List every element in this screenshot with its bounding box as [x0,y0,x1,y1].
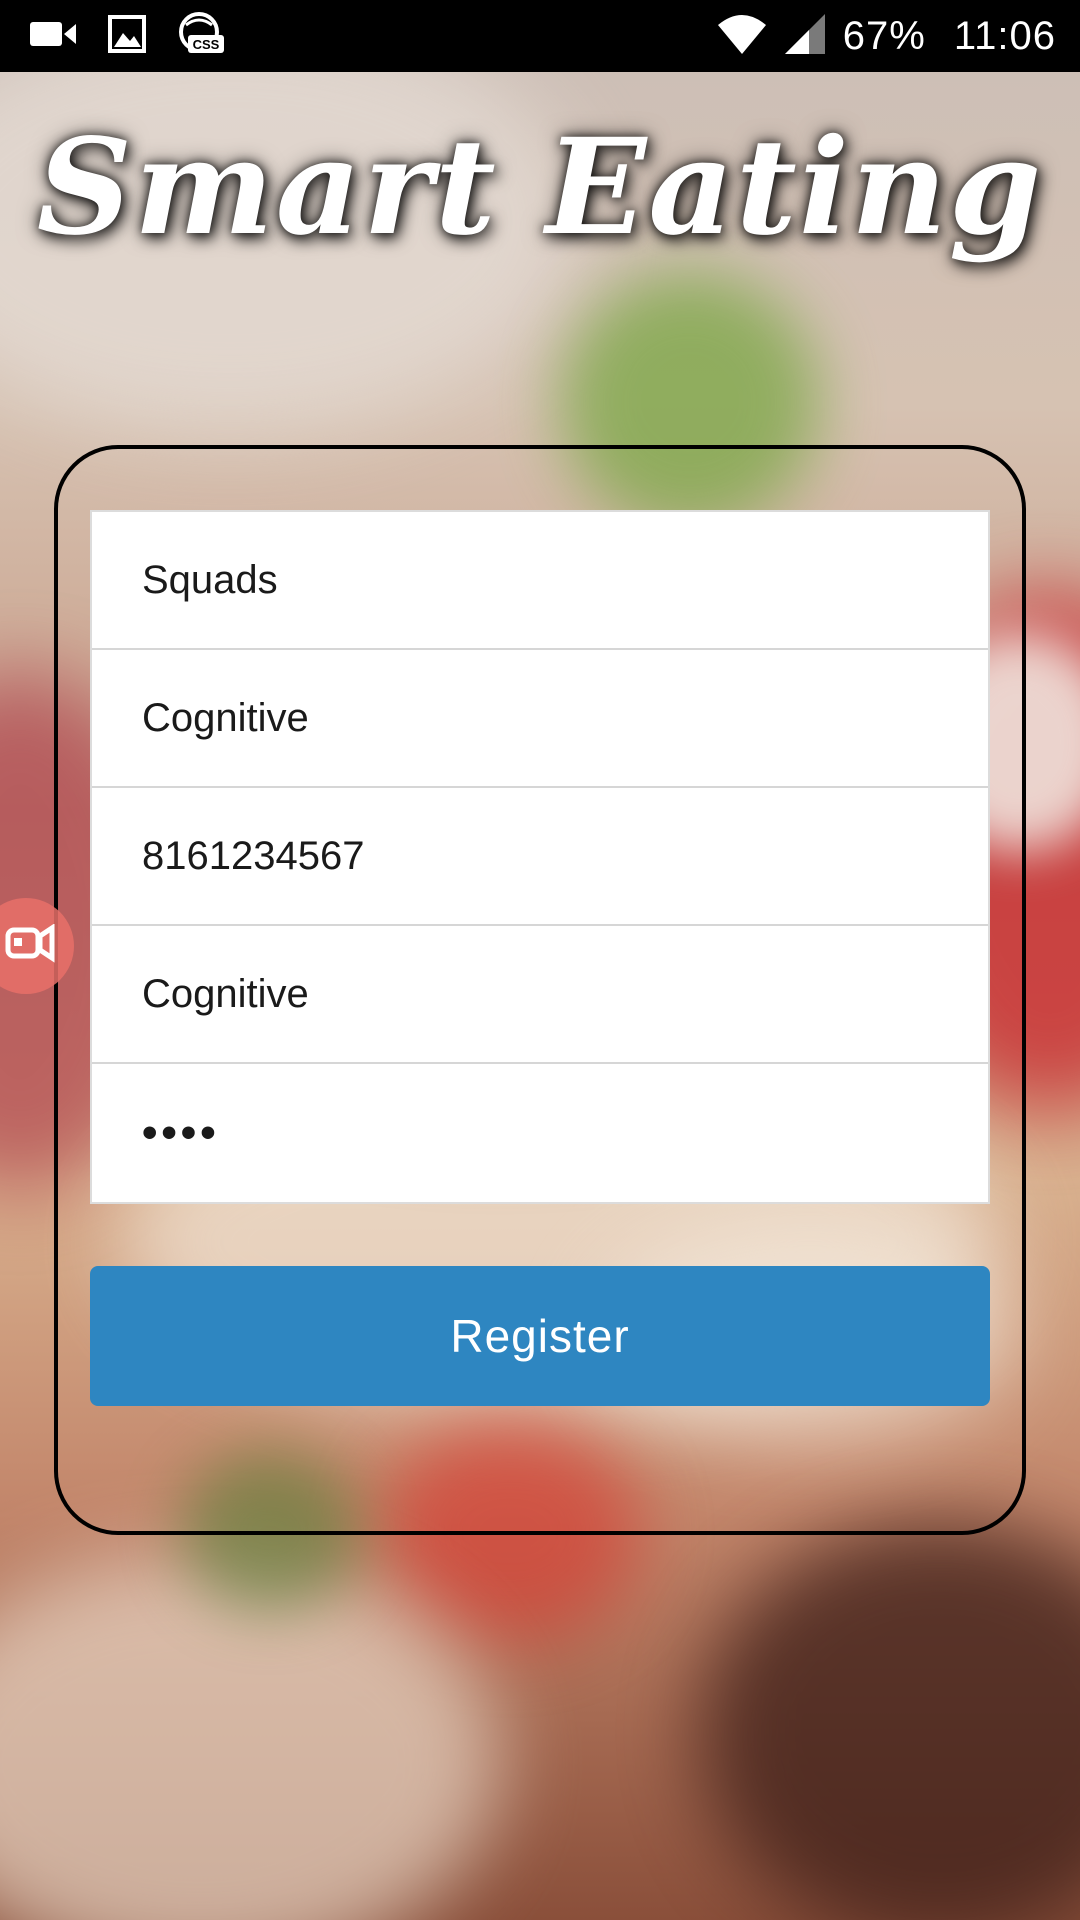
password-field[interactable]: •••• [92,1064,988,1202]
registration-fields: Squads Cognitive 8161234567 Cognitive ••… [90,510,990,1204]
status-bar: CSS 67% 11:06 [0,0,1080,72]
css-app-icon: CSS [176,11,226,62]
svg-text:CSS: CSS [193,37,220,52]
screen: CSS 67% 11:06 Smart Eating Squads Cognit… [0,0,1080,1920]
phone-field[interactable]: 8161234567 [92,788,988,926]
app-title: Smart Eating [36,110,1044,265]
register-button[interactable]: Register [90,1266,990,1406]
battery-percentage: 67% [842,13,926,58]
wifi-icon [717,13,767,60]
video-camera-icon [28,19,78,54]
cell-signal-icon [783,12,827,61]
screen-recorder-icon [0,922,58,969]
last-name-field[interactable]: Cognitive [92,650,988,788]
first-name-field[interactable]: Squads [92,512,988,650]
clock: 11:06 [953,13,1056,58]
username-field[interactable]: Cognitive [92,926,988,1064]
image-icon [108,14,146,58]
